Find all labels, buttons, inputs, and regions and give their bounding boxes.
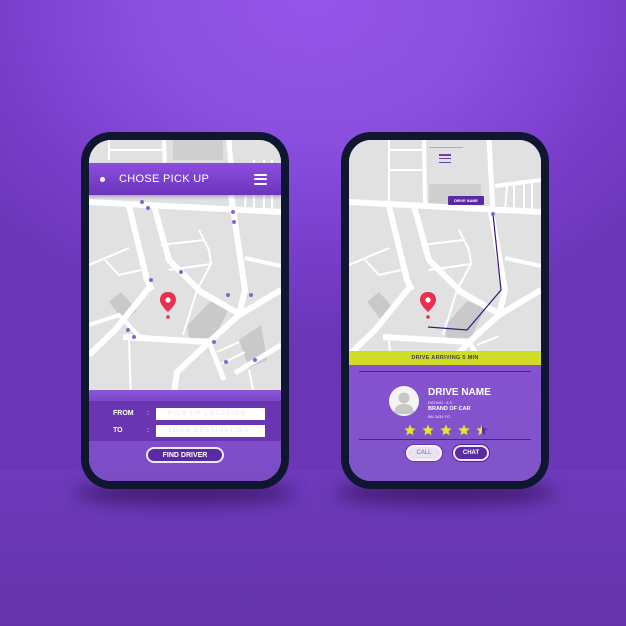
- car-brand: BRAND OF CAR: [428, 406, 471, 412]
- divider: [359, 439, 531, 440]
- driver-map-tag: DRIVE NAME: [448, 196, 484, 205]
- star-icon: [476, 424, 488, 436]
- pickup-header: CHOSE PICK UP: [89, 163, 281, 195]
- hamburger-icon[interactable]: [439, 154, 451, 163]
- to-row: TO : YOUR DESTINATION: [89, 422, 281, 439]
- pickup-screen: CHOSE PICK UP FROM : PICK UP LOCATION TO…: [89, 140, 281, 481]
- page-title: CHOSE PICK UP: [119, 173, 210, 185]
- driver-phone: DRIVE NAME DRIVE ARRIVING 5 MIN DRIVE NA…: [341, 132, 549, 489]
- from-row: FROM : PICK UP LOCATION: [89, 405, 281, 422]
- driver-rating: RATING : 4.5: [428, 400, 452, 405]
- hamburger-icon[interactable]: [254, 173, 267, 185]
- to-colon: :: [147, 427, 149, 434]
- user-avatar-icon: [389, 386, 419, 416]
- call-button[interactable]: CALL: [406, 445, 442, 461]
- arrival-banner: DRIVE ARRIVING 5 MIN: [349, 351, 541, 365]
- driver-name: DRIVE NAME: [428, 387, 491, 398]
- divider: [359, 371, 531, 372]
- driver-position-dot: [491, 212, 495, 216]
- trip-form-panel: FROM : PICK UP LOCATION TO : YOUR DESTIN…: [89, 390, 281, 481]
- chat-button[interactable]: CHAT: [453, 445, 489, 461]
- license-plate: BN 3434 FG: [428, 414, 451, 419]
- notch-line: [429, 147, 463, 148]
- star-icon: [422, 424, 434, 436]
- star-icon: [458, 424, 470, 436]
- panel-top-strip: [89, 390, 281, 401]
- pickup-phone: CHOSE PICK UP FROM : PICK UP LOCATION TO…: [81, 132, 289, 489]
- driver-screen: DRIVE NAME DRIVE ARRIVING 5 MIN DRIVE NA…: [349, 140, 541, 481]
- status-dot-icon: [100, 176, 105, 182]
- pickup-location-input[interactable]: PICK UP LOCATION: [156, 407, 265, 420]
- star-rating: [404, 424, 488, 436]
- destination-input[interactable]: YOUR DESTINATION: [156, 424, 265, 437]
- find-driver-button[interactable]: FIND DRIVER: [146, 447, 224, 463]
- trip-form: FROM : PICK UP LOCATION TO : YOUR DESTIN…: [89, 401, 281, 441]
- from-label: FROM: [113, 410, 134, 417]
- driver-map[interactable]: [349, 140, 541, 355]
- from-colon: :: [147, 410, 149, 417]
- star-icon: [404, 424, 416, 436]
- to-label: TO: [113, 427, 123, 434]
- driver-info-panel: DRIVE NAME RATING : 4.5 BRAND OF CAR BN …: [349, 365, 541, 481]
- star-icon: [440, 424, 452, 436]
